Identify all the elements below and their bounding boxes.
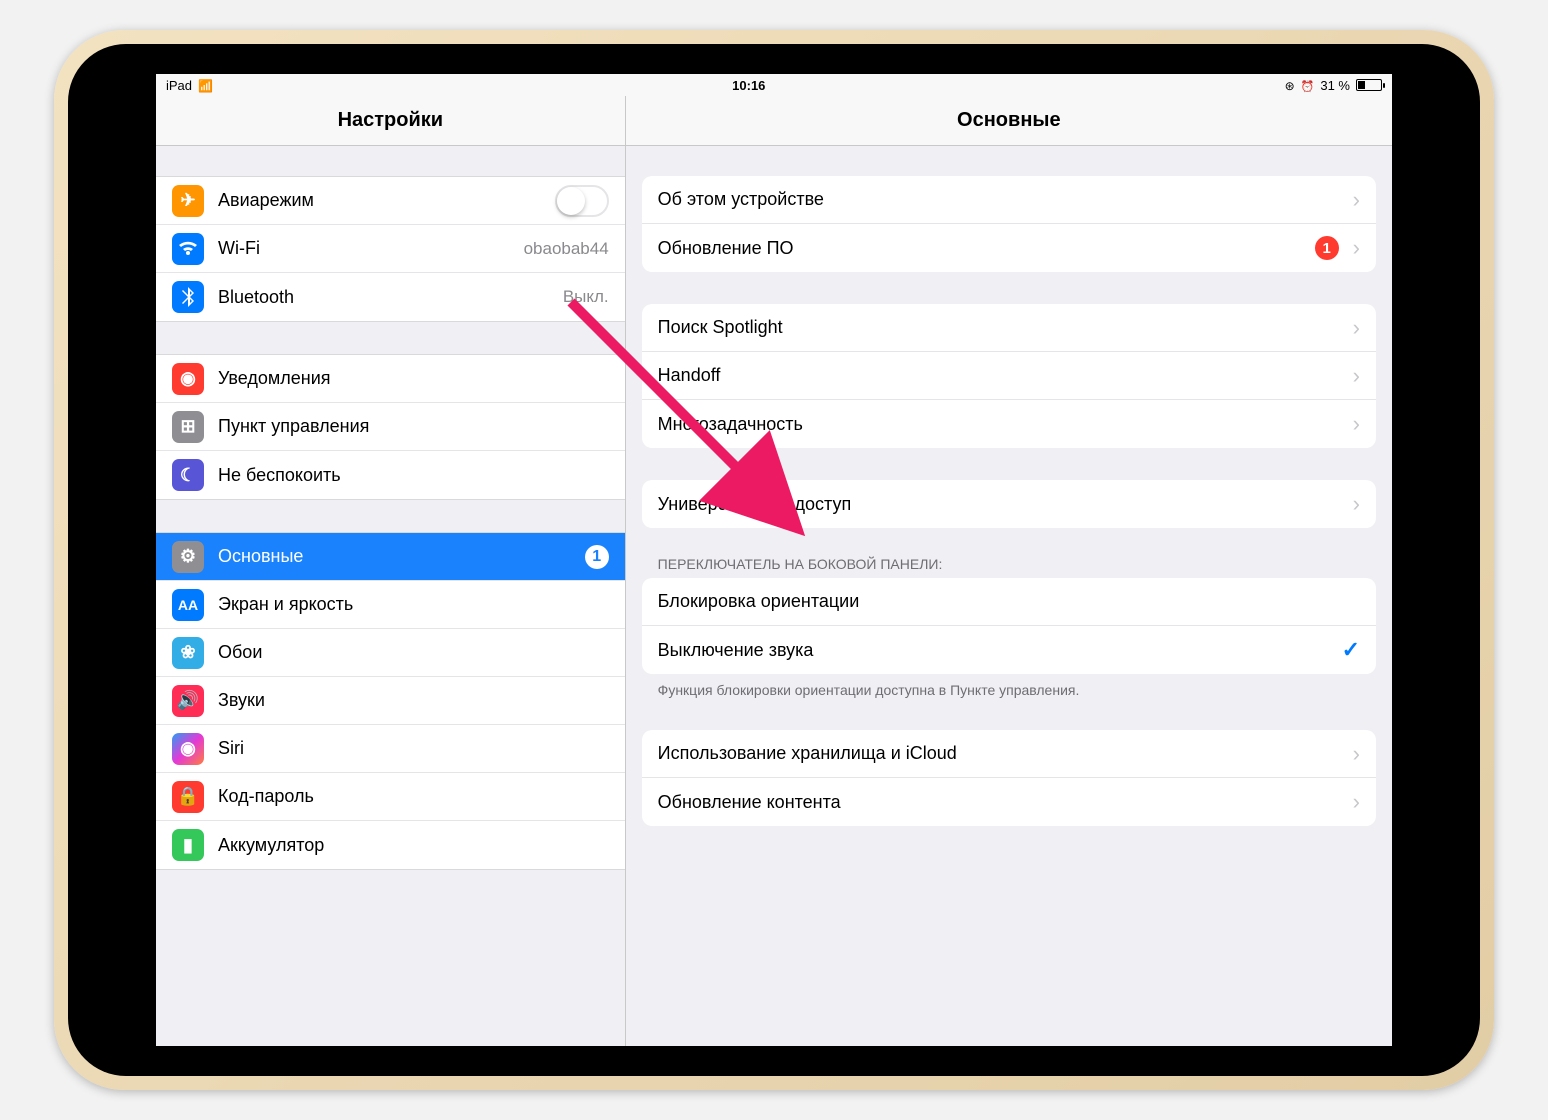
settings-sidebar[interactable]: ✈ Авиарежим Wi-Fi obaobab44 (156, 146, 626, 1046)
general-badge: 1 (585, 545, 609, 569)
side-switch-header: ПЕРЕКЛЮЧАТЕЛЬ НА БОКОВОЙ ПАНЕЛИ: (658, 556, 1360, 572)
sidebar-item-display[interactable]: AA Экран и яркость (156, 581, 625, 629)
sidebar-item-label: Уведомления (218, 368, 609, 389)
side-switch-footer: Функция блокировки ориентации доступна в… (658, 682, 1360, 698)
chevron-icon (1353, 411, 1360, 437)
wallpaper-icon: ❀ (172, 637, 204, 669)
sidebar-item-sounds[interactable]: 🔊 Звуки (156, 677, 625, 725)
chevron-icon (1353, 789, 1360, 815)
bluetooth-value: Выкл. (563, 287, 609, 307)
sidebar-item-label: Bluetooth (218, 287, 563, 308)
sidebar-item-label: Siri (218, 738, 609, 759)
status-time: 10:16 (213, 78, 1285, 93)
checkmark-icon (1342, 637, 1360, 663)
control-center-icon: ⊞ (172, 411, 204, 443)
row-label: Использование хранилища и iCloud (658, 743, 1353, 764)
row-label: Обновление контента (658, 792, 1353, 813)
device-label: iPad (166, 78, 192, 93)
row-label: Handoff (658, 365, 1353, 386)
sidebar-item-wallpaper[interactable]: ❀ Обои (156, 629, 625, 677)
lock-icon: 🔒 (172, 781, 204, 813)
chevron-icon (1353, 363, 1360, 389)
sidebar-item-control-center[interactable]: ⊞ Пункт управления (156, 403, 625, 451)
sidebar-item-label: Экран и яркость (218, 594, 609, 615)
status-bar: iPad 10:16 31 % (156, 74, 1392, 96)
alarm-icon (1301, 78, 1315, 93)
airplane-toggle[interactable] (555, 185, 609, 217)
chevron-icon (1353, 315, 1360, 341)
row-multitasking[interactable]: Многозадачность (642, 400, 1376, 448)
airplane-icon: ✈ (172, 185, 204, 217)
row-about[interactable]: Об этом устройстве (642, 176, 1376, 224)
sidebar-item-dnd[interactable]: ☾ Не беспокоить (156, 451, 625, 499)
row-handoff[interactable]: Handoff (642, 352, 1376, 400)
row-software-update[interactable]: Обновление ПО 1 (642, 224, 1376, 272)
wifi-icon (198, 78, 213, 93)
sidebar-item-label: Код-пароль (218, 786, 609, 807)
moon-icon: ☾ (172, 459, 204, 491)
sidebar-item-label: Авиарежим (218, 190, 555, 211)
sidebar-item-battery[interactable]: ▮ Аккумулятор (156, 821, 625, 869)
sidebar-item-label: Не беспокоить (218, 465, 609, 486)
battery-settings-icon: ▮ (172, 829, 204, 861)
chevron-icon (1353, 235, 1360, 261)
screen: iPad 10:16 31 % Настройки Основные (156, 74, 1392, 1046)
sidebar-item-bluetooth[interactable]: Bluetooth Выкл. (156, 273, 625, 321)
battery-icon (1356, 79, 1382, 91)
orientation-lock-icon (1285, 78, 1295, 93)
row-label: Об этом устройстве (658, 189, 1353, 210)
row-storage-icloud[interactable]: Использование хранилища и iCloud (642, 730, 1376, 778)
battery-percent: 31 % (1320, 78, 1350, 93)
wifi-network-value: obaobab44 (524, 239, 609, 259)
bluetooth-icon (172, 281, 204, 313)
row-label: Многозадачность (658, 414, 1353, 435)
row-accessibility[interactable]: Универсальный доступ (642, 480, 1376, 528)
row-label: Универсальный доступ (658, 494, 1353, 515)
sidebar-item-notifications[interactable]: ◉ Уведомления (156, 355, 625, 403)
wifi-settings-icon (172, 233, 204, 265)
chevron-icon (1353, 187, 1360, 213)
row-spotlight[interactable]: Поиск Spotlight (642, 304, 1376, 352)
update-badge: 1 (1315, 236, 1339, 260)
sidebar-item-label: Wi-Fi (218, 238, 524, 259)
sidebar-item-label: Пункт управления (218, 416, 609, 437)
sidebar-item-label: Аккумулятор (218, 835, 609, 856)
sounds-icon: 🔊 (172, 685, 204, 717)
detail-pane[interactable]: Об этом устройстве Обновление ПО 1 Поиск… (626, 146, 1392, 1046)
notifications-icon: ◉ (172, 363, 204, 395)
siri-icon: ◉ (172, 733, 204, 765)
row-background-refresh[interactable]: Обновление контента (642, 778, 1376, 826)
sidebar-item-siri[interactable]: ◉ Siri (156, 725, 625, 773)
sidebar-item-wifi[interactable]: Wi-Fi obaobab44 (156, 225, 625, 273)
ipad-frame: iPad 10:16 31 % Настройки Основные (54, 30, 1494, 1090)
row-mute[interactable]: Выключение звука (642, 626, 1376, 674)
row-label: Выключение звука (658, 640, 1342, 661)
sidebar-item-label: Основные (218, 546, 585, 567)
row-label: Обновление ПО (658, 238, 1315, 259)
row-label: Поиск Spotlight (658, 317, 1353, 338)
chevron-icon (1353, 741, 1360, 767)
detail-title: Основные (626, 96, 1392, 145)
row-lock-orientation[interactable]: Блокировка ориентации (642, 578, 1376, 626)
sidebar-item-general[interactable]: ⚙ Основные 1 (156, 533, 625, 581)
sidebar-item-passcode[interactable]: 🔒 Код-пароль (156, 773, 625, 821)
chevron-icon (1353, 491, 1360, 517)
display-icon: AA (172, 589, 204, 621)
sidebar-item-airplane[interactable]: ✈ Авиарежим (156, 177, 625, 225)
gear-icon: ⚙ (172, 541, 204, 573)
sidebar-item-label: Обои (218, 642, 609, 663)
sidebar-title: Настройки (156, 96, 626, 145)
row-label: Блокировка ориентации (658, 591, 1360, 612)
sidebar-item-label: Звуки (218, 690, 609, 711)
